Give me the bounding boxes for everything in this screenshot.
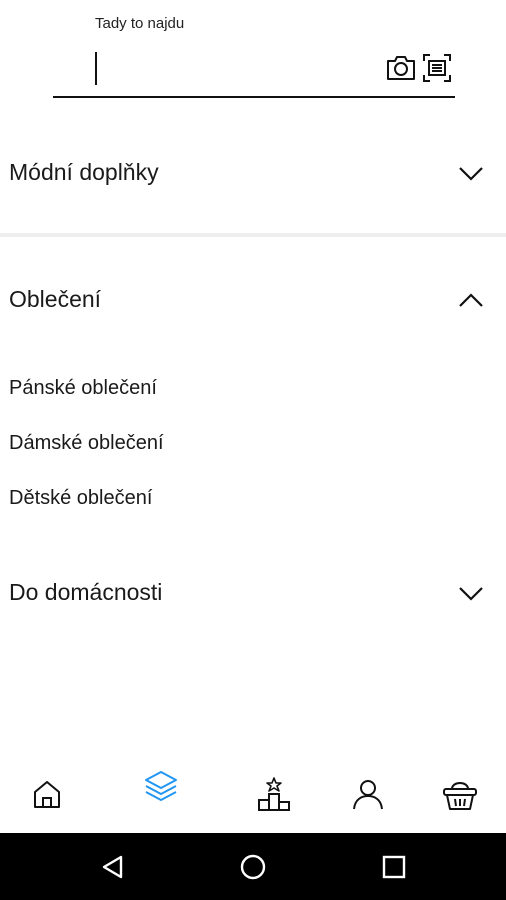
barcode-scan-icon[interactable] xyxy=(421,52,453,84)
category-title: Do domácnosti xyxy=(9,579,163,605)
nav-ranking[interactable] xyxy=(244,755,304,833)
back-icon xyxy=(102,855,123,878)
nav-categories[interactable] xyxy=(131,747,191,825)
system-home-button[interactable] xyxy=(223,833,283,900)
search-area: Tady to najdu xyxy=(0,0,506,110)
chevron-up-icon[interactable] xyxy=(456,290,486,310)
chevron-down-icon[interactable] xyxy=(456,583,486,603)
text-caret xyxy=(95,52,97,85)
category-title: Oblečení xyxy=(9,286,102,312)
category-do-domacnosti[interactable]: Do domácnosti xyxy=(0,565,506,625)
chevron-down-icon[interactable] xyxy=(456,163,486,183)
search-input[interactable] xyxy=(53,44,455,98)
categories-layers-icon xyxy=(145,771,177,801)
system-back-button[interactable] xyxy=(83,833,143,900)
home-icon xyxy=(34,781,60,808)
system-navigation-bar xyxy=(0,833,506,900)
subcategory-detske[interactable]: Dětské oblečení xyxy=(9,487,152,510)
nav-profile[interactable] xyxy=(338,755,398,833)
system-recents-button[interactable] xyxy=(364,833,424,900)
subcategory-panske[interactable]: Pánské oblečení xyxy=(9,377,157,400)
bottom-navigation xyxy=(0,755,506,833)
profile-icon xyxy=(353,780,383,810)
category-obleceni[interactable]: Oblečení xyxy=(0,272,506,332)
search-label: Tady to najdu xyxy=(95,15,185,32)
camera-icon[interactable] xyxy=(385,54,417,82)
recents-icon xyxy=(382,855,406,878)
nav-basket[interactable] xyxy=(430,755,490,833)
category-modni-doplnky[interactable]: Módní doplňky xyxy=(0,145,506,205)
home-circle-icon xyxy=(240,854,266,879)
nav-home[interactable] xyxy=(17,755,77,833)
category-title: Módní doplňky xyxy=(9,159,159,185)
ranking-podium-icon xyxy=(258,777,290,811)
section-divider xyxy=(0,233,506,237)
basket-icon xyxy=(443,782,477,810)
subcategory-damske[interactable]: Dámské oblečení xyxy=(9,432,164,455)
